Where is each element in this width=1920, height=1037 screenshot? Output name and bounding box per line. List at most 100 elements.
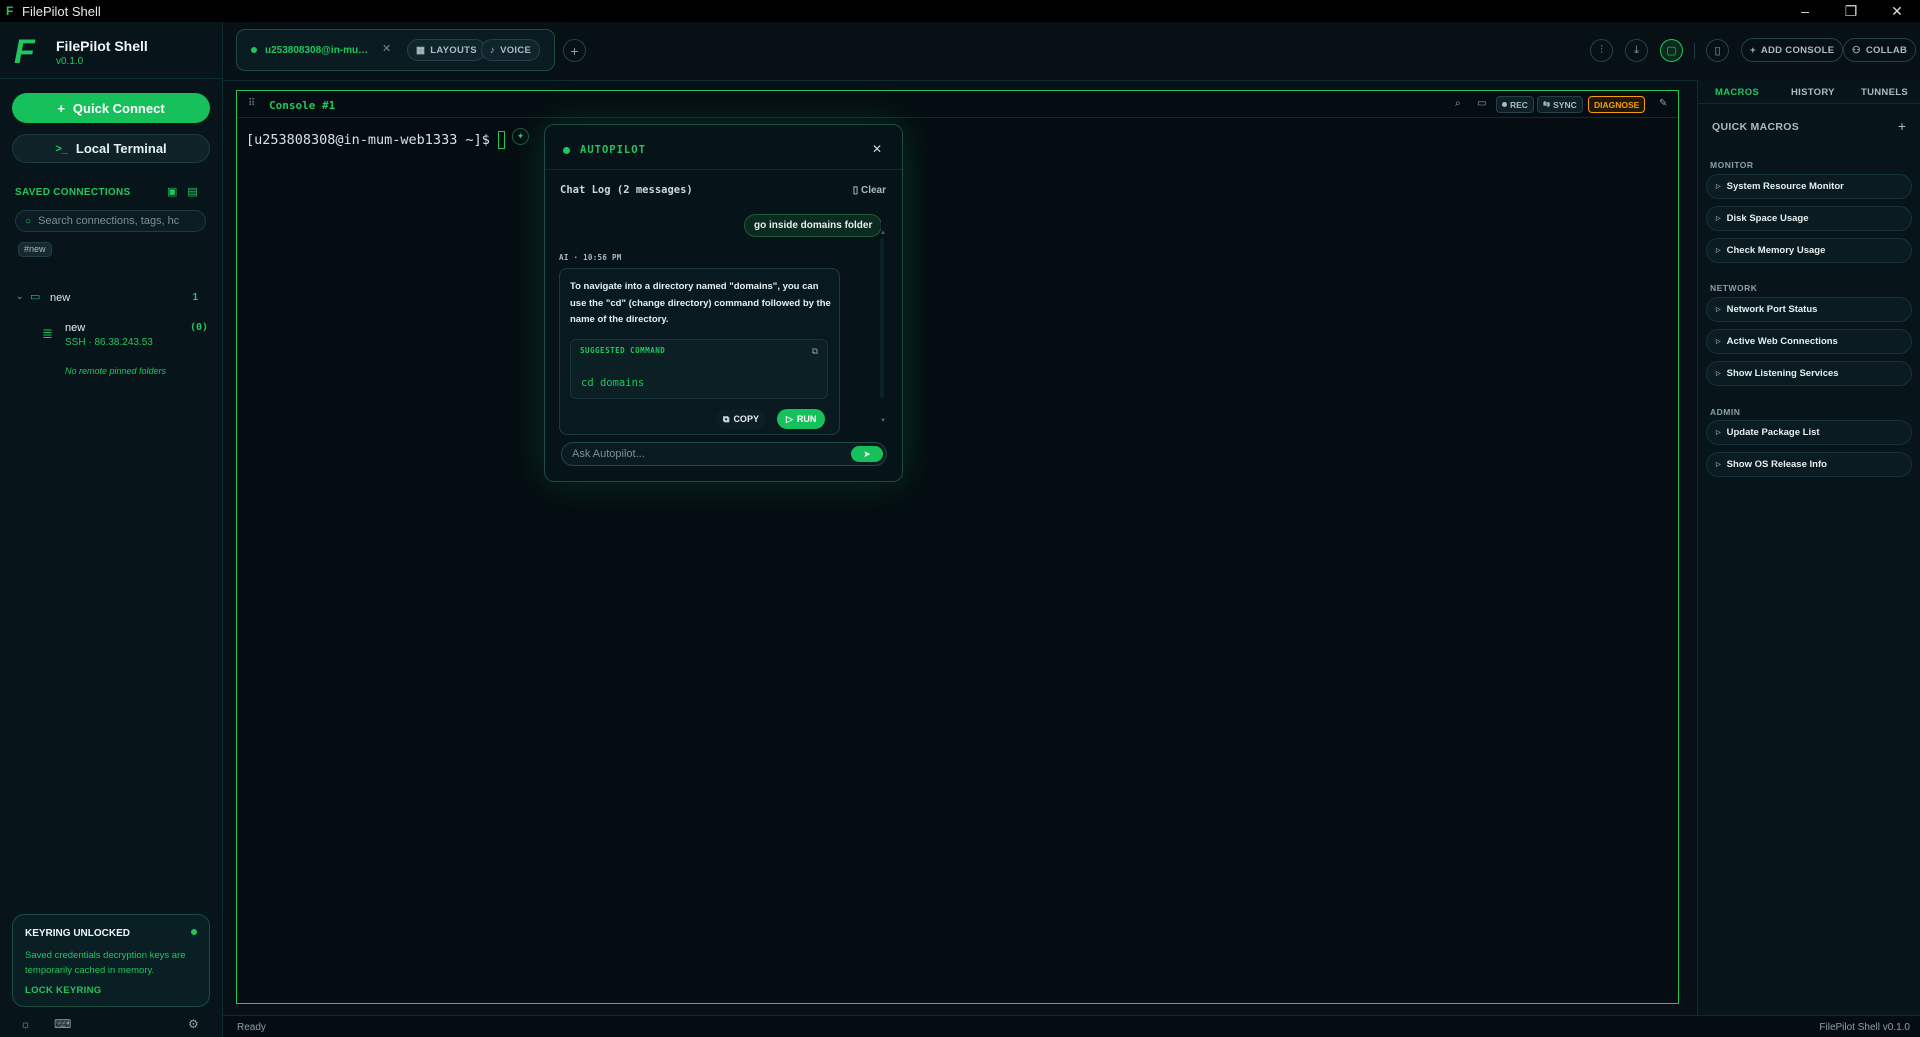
folder-icon: ▭ bbox=[30, 291, 41, 303]
copy-icon: ⧉ bbox=[723, 413, 730, 424]
console-pane[interactable]: ⠿ Console #1 ⌕ ▭ REC ⇆ SYNC DIAGNOSE ✎ [… bbox=[236, 90, 1679, 1004]
close-tab-icon[interactable]: ✕ bbox=[382, 42, 391, 55]
rec-label: REC bbox=[1510, 99, 1528, 110]
close-icon[interactable]: ✕ bbox=[872, 142, 882, 156]
macro-active-web-connections[interactable]: ▷ Active Web Connections bbox=[1706, 329, 1912, 354]
chat-messages[interactable]: go inside domains folder AI · 10:56 PM T… bbox=[559, 205, 881, 435]
autopilot-panel: AUTOPILOT ✕ Chat Log (2 messages) ▯ Clea… bbox=[544, 124, 903, 482]
macro-group-admin: ADMIN bbox=[1710, 407, 1741, 417]
restore-button[interactable]: ❐ bbox=[1828, 0, 1874, 22]
new-folder-icon[interactable]: ▣ bbox=[167, 185, 177, 198]
ai-message-meta: AI · 10:56 PM bbox=[559, 253, 622, 262]
autopilot-toggle-icon[interactable]: ✦ bbox=[512, 128, 529, 145]
macro-show-listening-services[interactable]: ▷ Show Listening Services bbox=[1706, 361, 1912, 386]
scroll-up-icon[interactable]: ▲ bbox=[880, 230, 886, 236]
macro-update-package-list[interactable]: ▷ Update Package List bbox=[1706, 420, 1912, 445]
macro-label: System Resource Monitor bbox=[1726, 181, 1844, 192]
play-icon: ▷ bbox=[786, 413, 793, 424]
play-icon: ▷ bbox=[1716, 307, 1721, 313]
play-icon: ▷ bbox=[1716, 371, 1721, 377]
autopilot-header: AUTOPILOT ✕ bbox=[545, 125, 902, 170]
copy-icon[interactable]: ⧉ bbox=[812, 346, 818, 357]
connection-item[interactable]: ≣ new SSH · 86.38.243.53 (0) bbox=[42, 318, 208, 352]
left-sidebar: F FilePilot Shell v0.1.0 + Quick Connect… bbox=[0, 22, 223, 1037]
chat-icon[interactable]: ▢ bbox=[1660, 39, 1683, 62]
pin-icon[interactable]: ✎ bbox=[1659, 98, 1667, 109]
trash-icon[interactable]: ▯ bbox=[1706, 39, 1729, 62]
users-icon: ⚇ bbox=[1852, 44, 1861, 56]
send-icon[interactable]: ➤ bbox=[851, 446, 883, 462]
ask-autopilot-field[interactable]: ➤ bbox=[561, 442, 887, 466]
play-icon: ▷ bbox=[1716, 216, 1721, 222]
keyring-description: Saved credentials decryption keys are te… bbox=[25, 950, 186, 976]
chevron-down-icon[interactable]: ⌄ bbox=[16, 291, 24, 302]
play-icon: ▷ bbox=[1716, 248, 1721, 254]
sliders-icon[interactable]: ⫶ bbox=[1590, 39, 1613, 62]
connection-search[interactable]: ○ bbox=[15, 210, 206, 232]
local-terminal-button[interactable]: >_ Local Terminal bbox=[12, 134, 210, 163]
macro-label: Show Listening Services bbox=[1726, 368, 1839, 379]
tab-session-label: u253808308@in-mum... bbox=[265, 44, 375, 56]
quick-connect-button[interactable]: + Quick Connect bbox=[12, 93, 210, 123]
macro-system-resource-monitor[interactable]: ▷ System Resource Monitor bbox=[1706, 174, 1912, 199]
macro-show-os-release-info[interactable]: ▷ Show OS Release Info bbox=[1706, 452, 1912, 477]
tab-tunnels[interactable]: TUNNELS bbox=[1861, 87, 1908, 98]
microphone-icon: ♪ bbox=[490, 44, 496, 56]
clear-chat-button[interactable]: ▯ Clear bbox=[853, 185, 886, 196]
sync-button[interactable]: ⇆ SYNC bbox=[1537, 96, 1583, 113]
keyboard-icon[interactable]: ⌨ bbox=[54, 1017, 71, 1031]
import-icon[interactable]: ▤ bbox=[187, 185, 197, 198]
layouts-button[interactable]: ▦ LAYOUTS bbox=[407, 39, 486, 61]
close-window-button[interactable]: ✕ bbox=[1874, 0, 1920, 22]
terminal-cursor bbox=[497, 131, 505, 149]
search-icon[interactable]: ⌕ bbox=[1455, 98, 1461, 109]
download-icon[interactable]: ⤓ bbox=[1625, 39, 1648, 62]
saved-connections-header: SAVED CONNECTIONS bbox=[15, 187, 131, 198]
right-panel-tabs: MACROS HISTORY TUNNELS bbox=[1698, 80, 1920, 104]
app-version-text: FilePilot Shell v0.1.0 bbox=[1819, 1022, 1910, 1033]
folder-row[interactable]: ⌄ ▭ new 1 bbox=[16, 291, 206, 307]
macro-label: Check Memory Usage bbox=[1726, 245, 1826, 256]
macro-label: Update Package List bbox=[1726, 427, 1820, 438]
run-command-button[interactable]: ▷ RUN bbox=[777, 409, 826, 429]
prompt-text: [u253808308@in-mum-web1333 ~]$ bbox=[246, 132, 490, 148]
clipboard-icon[interactable]: ▭ bbox=[1477, 98, 1486, 109]
search-input[interactable] bbox=[38, 215, 199, 227]
local-terminal-label: Local Terminal bbox=[75, 141, 167, 156]
rec-button[interactable]: REC bbox=[1496, 96, 1534, 113]
tab-macros[interactable]: MACROS bbox=[1715, 87, 1759, 98]
chat-scrollbar[interactable] bbox=[880, 238, 884, 398]
theme-icon[interactable]: ☼ bbox=[20, 1017, 31, 1031]
collab-button[interactable]: ⚇ COLLAB bbox=[1843, 38, 1917, 62]
brand-name: FilePilot Shell bbox=[56, 38, 148, 54]
drag-handle-icon[interactable]: ⠿ bbox=[248, 98, 255, 109]
lock-keyring-button[interactable]: LOCK KEYRING bbox=[25, 985, 101, 996]
macro-group-network: NETWORK bbox=[1710, 283, 1758, 293]
macro-label: Disk Space Usage bbox=[1726, 213, 1809, 224]
search-icon: ○ bbox=[25, 215, 32, 227]
macro-network-port-status[interactable]: ▷ Network Port Status bbox=[1706, 297, 1912, 322]
scroll-down-icon[interactable]: ▼ bbox=[880, 418, 886, 424]
add-macro-icon[interactable]: + bbox=[1898, 118, 1906, 134]
add-console-label: ADD CONSOLE bbox=[1760, 44, 1835, 56]
tab-history[interactable]: HISTORY bbox=[1791, 87, 1835, 98]
add-console-button[interactable]: + ADD CONSOLE bbox=[1741, 38, 1844, 62]
app-icon: F bbox=[6, 4, 14, 18]
status-text: Ready bbox=[237, 1022, 266, 1033]
macro-disk-space-usage[interactable]: ▷ Disk Space Usage bbox=[1706, 206, 1912, 231]
settings-icon[interactable]: ⚙ bbox=[188, 1017, 199, 1031]
ask-autopilot-input[interactable] bbox=[572, 448, 842, 460]
play-icon: ▷ bbox=[1716, 184, 1721, 190]
tag-chip[interactable]: #new bbox=[18, 242, 52, 257]
minimize-button[interactable]: – bbox=[1782, 0, 1828, 22]
tab-session[interactable]: u253808308@in-mum... bbox=[245, 37, 391, 63]
diagnose-button[interactable]: DIAGNOSE bbox=[1588, 96, 1646, 113]
macro-check-memory-usage[interactable]: ▷ Check Memory Usage bbox=[1706, 238, 1912, 263]
add-tab-button[interactable]: + bbox=[563, 39, 586, 62]
voice-button[interactable]: ♪ VOICE bbox=[481, 39, 541, 61]
plus-icon: + bbox=[1750, 44, 1756, 56]
session-tab-group: u253808308@in-mum... ✕ ▦ LAYOUTS ♪ VOICE bbox=[236, 29, 555, 71]
copy-command-button[interactable]: ⧉ COPY bbox=[716, 409, 766, 429]
quick-macros-title: QUICK MACROS bbox=[1712, 121, 1800, 133]
ai-message: To navigate into a directory named "doma… bbox=[559, 268, 840, 435]
